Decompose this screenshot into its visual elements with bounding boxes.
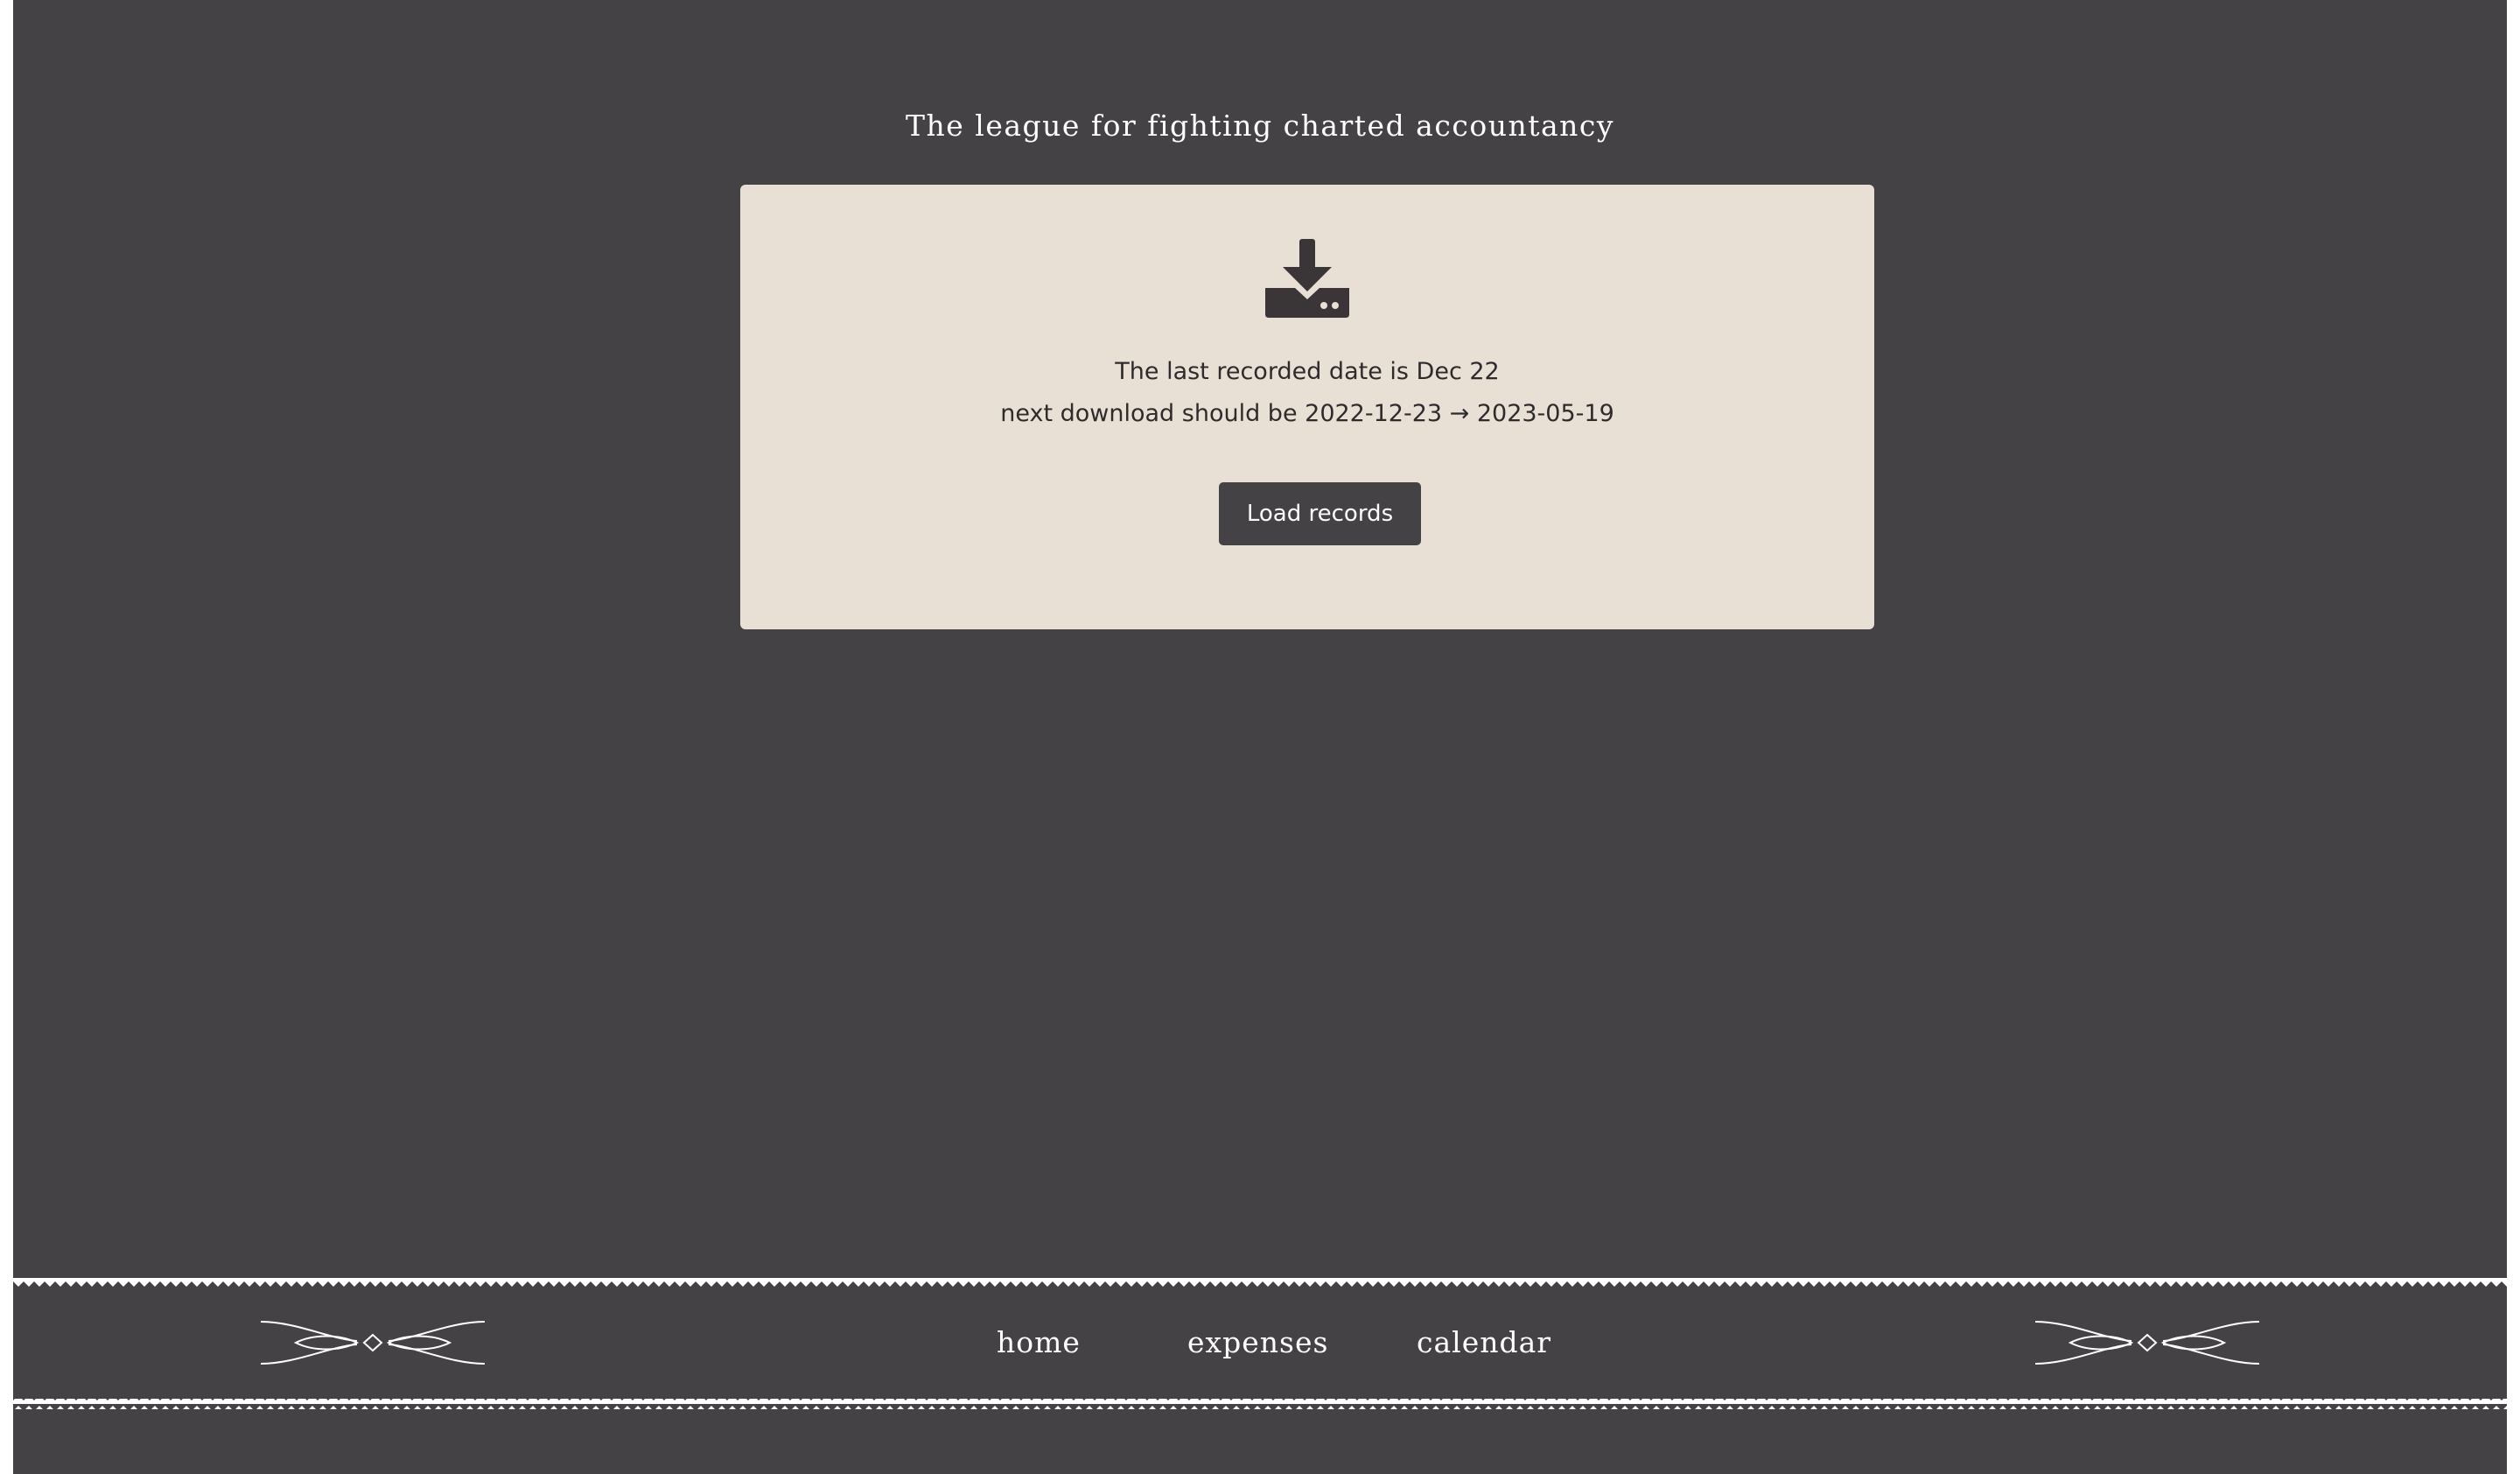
download-drive-icon bbox=[1265, 239, 1349, 318]
next-download-text: next download should be 2022-12-23 → 202… bbox=[1000, 400, 1614, 427]
right-flourish-ornament bbox=[2035, 1321, 2259, 1365]
nav-link-home[interactable]: home bbox=[997, 1325, 1081, 1359]
last-recorded-text: The last recorded date is Dec 22 bbox=[1115, 358, 1500, 385]
nav-link-expenses[interactable]: expenses bbox=[1187, 1325, 1328, 1359]
site-title: The league for fighting charted accounta… bbox=[905, 109, 1615, 143]
download-card: The last recorded date is Dec 22 next do… bbox=[740, 185, 1874, 629]
left-flourish-ornament bbox=[261, 1321, 485, 1365]
load-records-button[interactable]: Load records bbox=[1219, 482, 1421, 545]
nav-link-calendar[interactable]: calendar bbox=[1417, 1325, 1551, 1359]
page-background: The league for fighting charted accounta… bbox=[13, 0, 2507, 1474]
footer-nav: home expenses calendar bbox=[13, 1278, 2507, 1409]
